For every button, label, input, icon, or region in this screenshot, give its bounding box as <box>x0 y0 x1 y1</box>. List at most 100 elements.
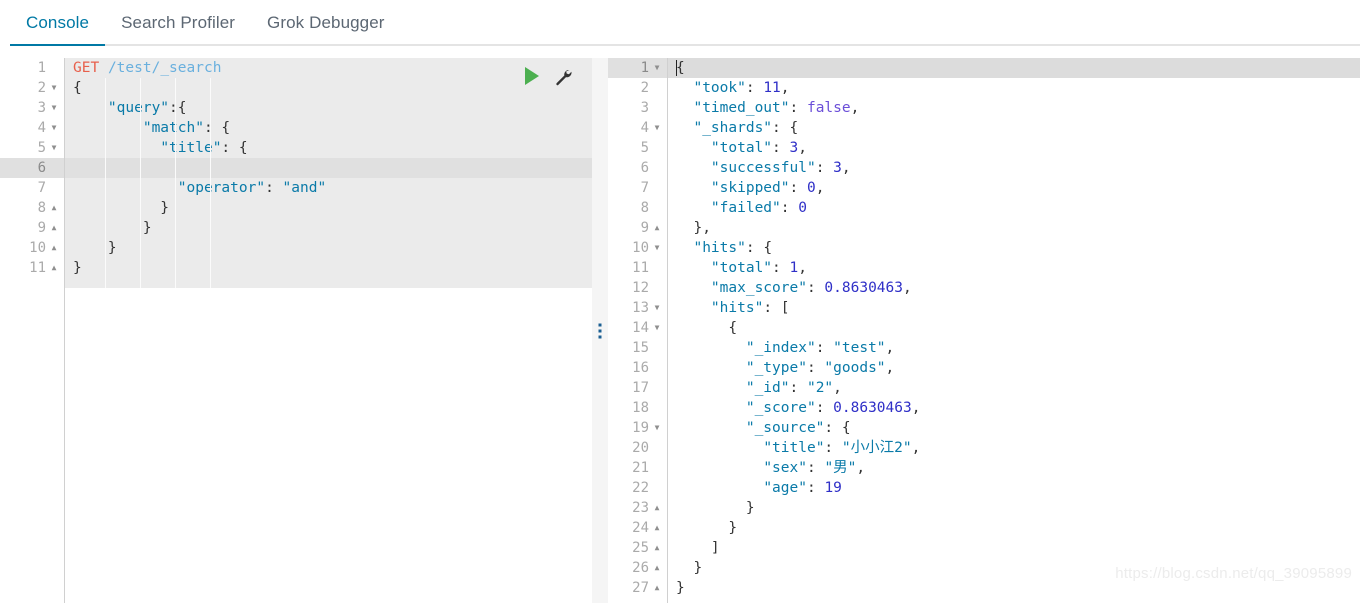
line-number-row[interactable]: 26 ▲ <box>608 558 667 578</box>
code-line[interactable]: "sex": "男", <box>668 458 1360 478</box>
fold-up-icon[interactable]: ▲ <box>48 218 60 238</box>
fold-down-icon[interactable]: ▼ <box>651 118 663 138</box>
code-line[interactable]: "failed": 0 <box>668 198 1360 218</box>
request-code[interactable]: GET /test/_search{ "query":{ "match": { … <box>65 58 592 603</box>
response-pane[interactable]: 1 ▼ 2 3 4 ▼ 5 6 7 8 9 ▲ 10 ▼ 11 12 13 ▼ 14 ▼ 15 16 1… <box>608 58 1360 603</box>
fold-down-icon[interactable]: ▼ <box>651 298 663 318</box>
line-number-row[interactable]: 7 <box>608 178 667 198</box>
fold-down-icon[interactable]: ▼ <box>651 318 663 338</box>
code-line[interactable]: "total": 3, <box>668 138 1360 158</box>
code-line[interactable]: } <box>65 198 592 218</box>
line-number-row[interactable]: 1 <box>0 58 64 78</box>
code-line[interactable]: } <box>668 518 1360 538</box>
code-line[interactable]: } <box>668 498 1360 518</box>
fold-down-icon[interactable]: ▼ <box>48 118 60 138</box>
code-line[interactable]: "operator": "and" <box>65 178 592 198</box>
line-number-row[interactable]: 15 <box>608 338 667 358</box>
line-number-row[interactable]: 11 <box>608 258 667 278</box>
fold-up-icon[interactable]: ▲ <box>48 198 60 218</box>
line-number-row[interactable]: 9 ▲ <box>608 218 667 238</box>
line-number-row[interactable]: 5 ▼ <box>0 138 64 158</box>
line-number-row[interactable]: 22 <box>608 478 667 498</box>
fold-up-icon[interactable]: ▲ <box>651 578 663 598</box>
line-number-row[interactable]: 23 ▲ <box>608 498 667 518</box>
line-number-row[interactable]: 4 ▼ <box>608 118 667 138</box>
fold-up-icon[interactable]: ▲ <box>651 538 663 558</box>
code-line[interactable]: "_score": 0.8630463, <box>668 398 1360 418</box>
code-line[interactable]: "title": "小小江2", <box>668 438 1360 458</box>
code-line[interactable]: "hits": { <box>668 238 1360 258</box>
tab-console[interactable]: Console <box>10 0 106 46</box>
tab-grok-debugger[interactable]: Grok Debugger <box>251 0 401 46</box>
request-pane[interactable]: 1 2 ▼ 3 ▼ 4 ▼ 5 ▼ 6 7 8 ▲ 9 ▲ 10 ▲ 11 ▲ GET /test/_sear… <box>0 58 592 603</box>
line-number-row[interactable]: 8 <box>608 198 667 218</box>
line-number-row[interactable]: 21 <box>608 458 667 478</box>
code-line[interactable]: }, <box>668 218 1360 238</box>
play-icon[interactable] <box>525 67 539 85</box>
line-number-row[interactable]: 4 ▼ <box>0 118 64 138</box>
code-line[interactable]: "skipped": 0, <box>668 178 1360 198</box>
code-line[interactable]: "query":{ <box>65 98 592 118</box>
code-line[interactable]: "title": { <box>65 138 592 158</box>
line-number-row[interactable]: 8 ▲ <box>0 198 64 218</box>
fold-down-icon[interactable]: ▼ <box>48 138 60 158</box>
pane-splitter[interactable] <box>592 58 608 603</box>
line-number-row[interactable]: 3 <box>608 98 667 118</box>
line-number-row[interactable]: 24 ▲ <box>608 518 667 538</box>
request-editor[interactable]: 1 2 ▼ 3 ▼ 4 ▼ 5 ▼ 6 7 8 ▲ 9 ▲ 10 ▲ 11 ▲ GET /test/_sear… <box>0 58 592 603</box>
code-line[interactable]: } <box>65 258 592 278</box>
line-number-row[interactable]: 12 <box>608 278 667 298</box>
fold-down-icon[interactable]: ▼ <box>48 78 60 98</box>
wrench-icon[interactable] <box>553 66 573 86</box>
fold-up-icon[interactable]: ▲ <box>651 498 663 518</box>
code-line[interactable]: ] <box>668 538 1360 558</box>
code-line[interactable]: { <box>65 78 592 98</box>
line-number-row[interactable]: 2 ▼ <box>0 78 64 98</box>
code-line[interactable]: "timed_out": false, <box>668 98 1360 118</box>
line-number-row[interactable]: 18 <box>608 398 667 418</box>
code-line[interactable]: "took": 11, <box>668 78 1360 98</box>
line-number-row[interactable]: 17 <box>608 378 667 398</box>
response-code[interactable]: { "took": 11, "timed_out": false, "_shar… <box>668 58 1360 603</box>
code-line[interactable]: "_shards": { <box>668 118 1360 138</box>
code-line[interactable]: } <box>65 238 592 258</box>
line-number-row[interactable]: 5 <box>608 138 667 158</box>
response-editor[interactable]: 1 ▼ 2 3 4 ▼ 5 6 7 8 9 ▲ 10 ▼ 11 12 13 ▼ 14 ▼ 15 16 1… <box>608 58 1360 603</box>
code-line[interactable]: "total": 1, <box>668 258 1360 278</box>
code-line[interactable]: { <box>668 318 1360 338</box>
fold-down-icon[interactable]: ▼ <box>651 238 663 258</box>
fold-up-icon[interactable]: ▲ <box>651 218 663 238</box>
fold-down-icon[interactable]: ▼ <box>651 58 663 78</box>
line-number-row[interactable]: 27 ▲ <box>608 578 667 598</box>
line-number-row[interactable]: 1 ▼ <box>608 58 667 78</box>
line-number-row[interactable]: 2 <box>608 78 667 98</box>
code-line[interactable]: "_id": "2", <box>668 378 1360 398</box>
fold-down-icon[interactable]: ▼ <box>651 418 663 438</box>
fold-up-icon[interactable]: ▲ <box>48 238 60 258</box>
response-gutter[interactable]: 1 ▼ 2 3 4 ▼ 5 6 7 8 9 ▲ 10 ▼ 11 12 13 ▼ 14 ▼ 15 16 1… <box>608 58 668 603</box>
line-number-row[interactable]: 10 ▼ <box>608 238 667 258</box>
code-line[interactable]: { <box>668 58 1360 78</box>
code-line[interactable]: "hits": [ <box>668 298 1360 318</box>
line-number-row[interactable]: 13 ▼ <box>608 298 667 318</box>
line-number-row[interactable]: 20 <box>608 438 667 458</box>
line-number-row[interactable]: 3 ▼ <box>0 98 64 118</box>
code-line[interactable]: "age": 19 <box>668 478 1360 498</box>
line-number-row[interactable]: 16 <box>608 358 667 378</box>
tab-search-profiler[interactable]: Search Profiler <box>105 0 251 46</box>
line-number-row[interactable]: 14 ▼ <box>608 318 667 338</box>
code-line[interactable]: } <box>65 218 592 238</box>
code-line[interactable]: "_type": "goods", <box>668 358 1360 378</box>
fold-up-icon[interactable]: ▲ <box>48 258 60 278</box>
fold-down-icon[interactable]: ▼ <box>48 98 60 118</box>
code-line[interactable]: "successful": 3, <box>668 158 1360 178</box>
line-number-row[interactable]: 10 ▲ <box>0 238 64 258</box>
code-line[interactable]: "_index": "test", <box>668 338 1360 358</box>
line-number-row[interactable]: 19 ▼ <box>608 418 667 438</box>
line-number-row[interactable]: 6 <box>0 158 64 178</box>
line-number-row[interactable]: 11 ▲ <box>0 258 64 278</box>
line-number-row[interactable]: 25 ▲ <box>608 538 667 558</box>
fold-up-icon[interactable]: ▲ <box>651 558 663 578</box>
line-number-row[interactable]: 9 ▲ <box>0 218 64 238</box>
line-number-row[interactable]: 7 <box>0 178 64 198</box>
